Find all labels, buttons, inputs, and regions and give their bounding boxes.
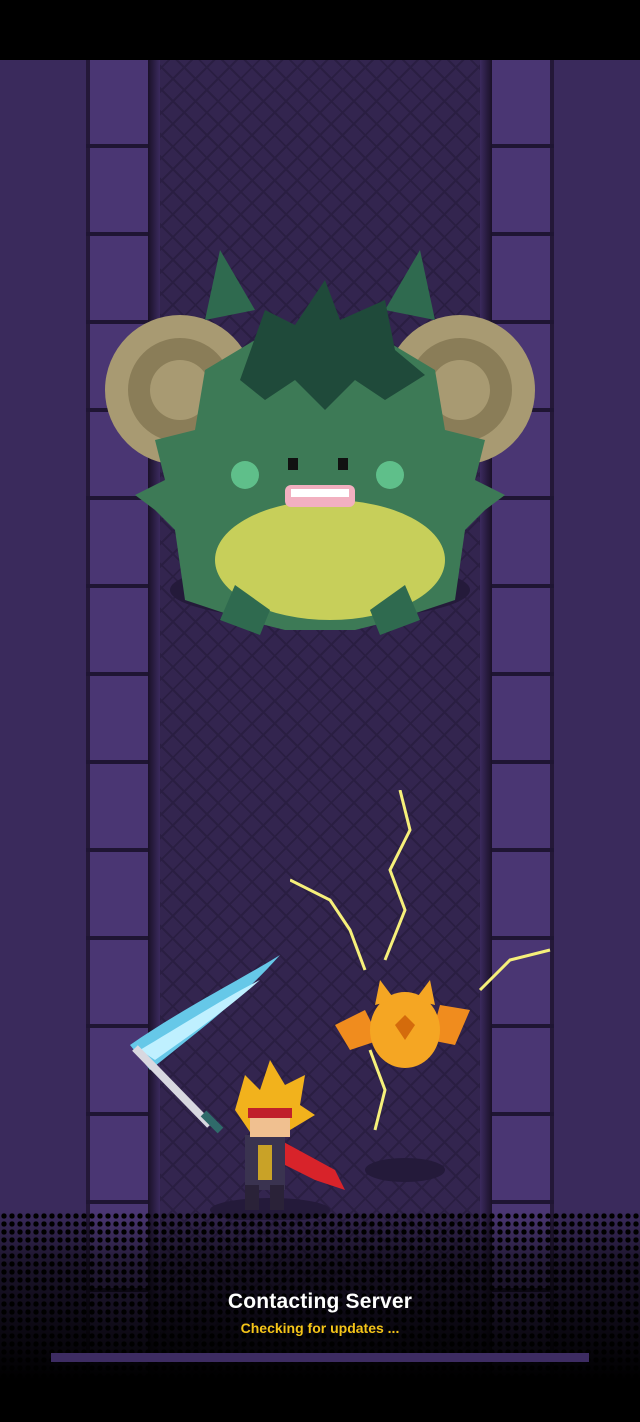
status-subtitle: Checking for updates ... — [240, 1320, 400, 1336]
ram-monster-boss-sprite — [105, 250, 535, 635]
status-title: Contacting Server — [227, 1290, 413, 1313]
swordsman-hero-sprite — [130, 955, 345, 1220]
game-scene — [0, 60, 640, 1422]
loading-status: Contacting Server Checking for updates .… — [0, 1290, 640, 1336]
loading-progress-bar — [51, 1353, 589, 1362]
